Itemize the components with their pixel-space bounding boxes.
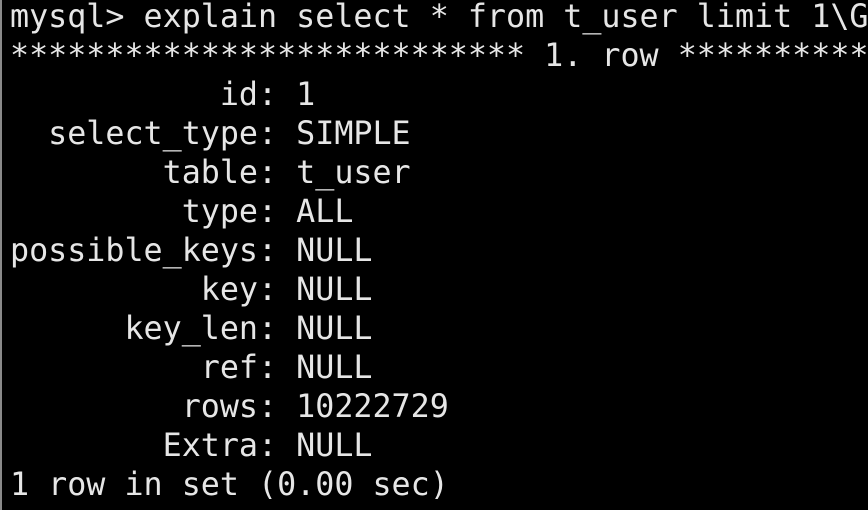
- field-label: Extra:: [10, 428, 278, 464]
- field-label: key:: [10, 272, 278, 308]
- field-value: SIMPLE: [277, 116, 411, 152]
- field-value: ALL: [277, 194, 354, 230]
- field-extra: Extra: NULL: [10, 427, 373, 466]
- field-rows: rows: 10222729: [10, 388, 449, 427]
- field-key: key: NULL: [10, 271, 373, 310]
- terminal-window[interactable]: mysql> explain select * from t_user limi…: [0, 0, 868, 510]
- field-label: type:: [10, 194, 278, 230]
- field-select-type: select_type: SIMPLE: [10, 115, 411, 154]
- result-summary: 1 row in set (0.00 sec): [10, 467, 449, 503]
- field-value: 1: [277, 77, 316, 113]
- field-key-len: key_len: NULL: [10, 310, 372, 349]
- field-label: ref:: [10, 350, 278, 386]
- field-label: id:: [10, 77, 278, 113]
- field-type: type: ALL: [10, 193, 354, 232]
- field-value: t_user: [277, 155, 411, 191]
- field-id: id: 1: [10, 76, 315, 115]
- field-value: 10222729: [277, 389, 449, 425]
- field-label: key_len:: [10, 311, 278, 347]
- field-label: possible_keys:: [10, 233, 278, 269]
- field-label: table:: [10, 155, 278, 191]
- field-value: NULL: [277, 233, 373, 269]
- field-value: NULL: [277, 350, 373, 386]
- field-value: NULL: [277, 272, 373, 308]
- field-ref: ref: NULL: [10, 349, 373, 388]
- field-value: NULL: [277, 428, 373, 464]
- field-label: select_type:: [10, 116, 278, 152]
- field-label: rows:: [10, 389, 278, 425]
- field-table: table: t_user: [10, 154, 411, 193]
- command-line: mysql> explain select * from t_user limi…: [10, 0, 868, 35]
- row-separator: *************************** 1. row *****…: [10, 38, 868, 74]
- field-possible-keys: possible_keys: NULL: [10, 232, 372, 271]
- field-value: NULL: [277, 311, 373, 347]
